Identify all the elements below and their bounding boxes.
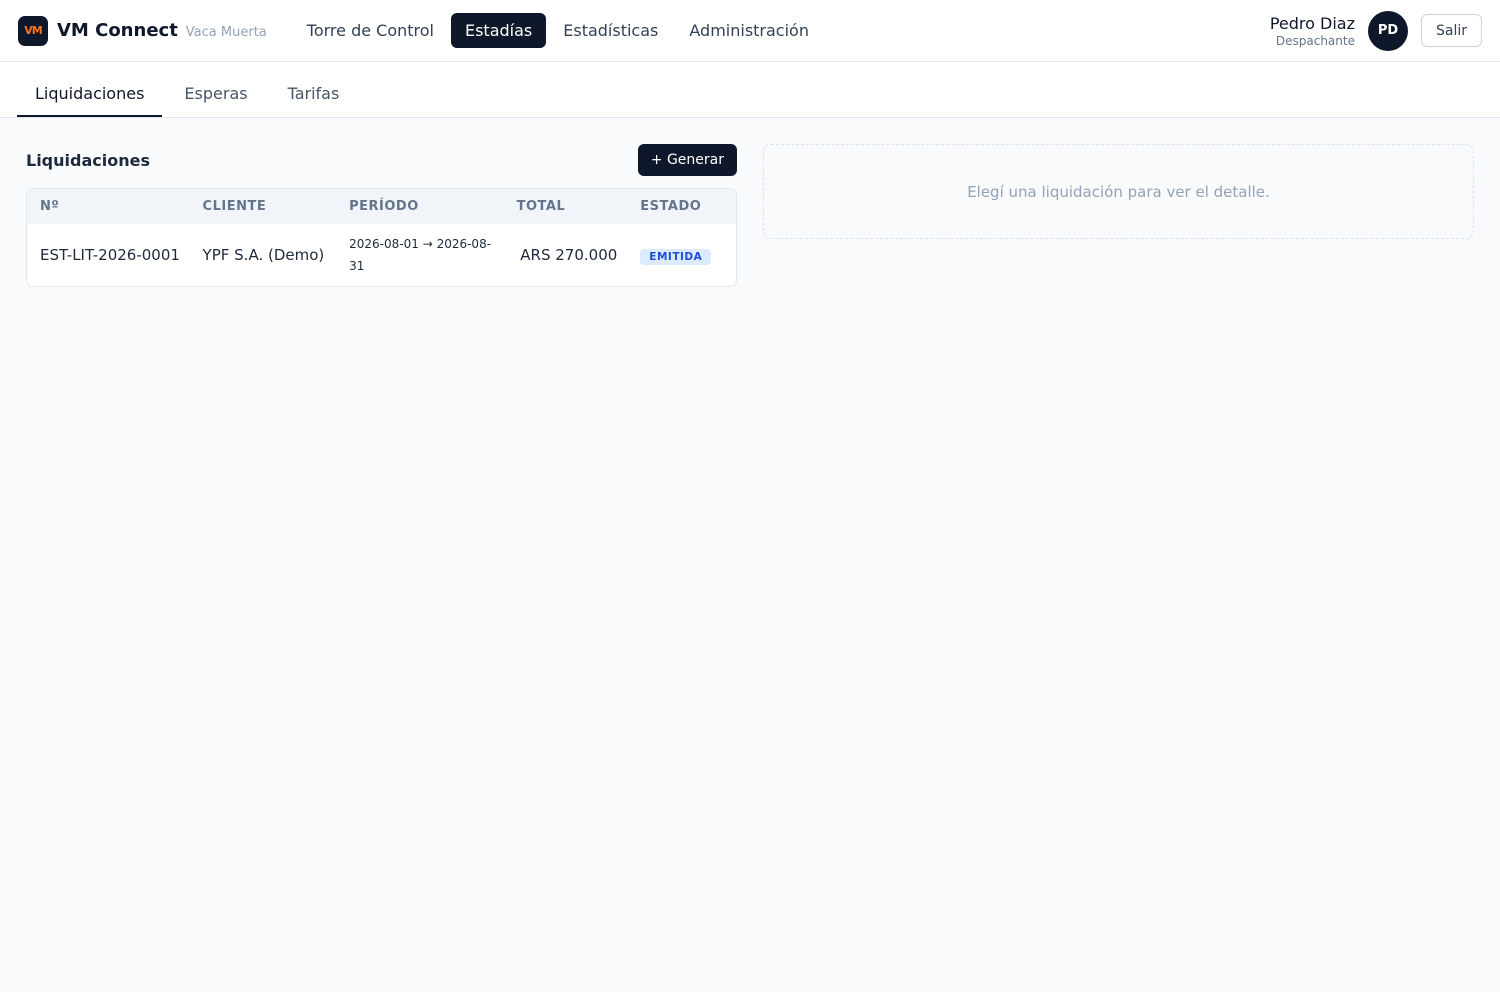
column-header-cliente[interactable]: CLIENTE — [190, 199, 337, 214]
top-bar: VM VM Connect Vaca Muerta Torre de Contr… — [0, 0, 1500, 62]
generate-button[interactable]: + Generar — [637, 144, 737, 176]
user-info: Pedro Diaz Despachante — [1270, 14, 1355, 48]
panel-header: Liquidaciones + Generar — [26, 144, 737, 176]
liquidaciones-panel: Liquidaciones + Generar Nº CLIENTE PERÍO… — [26, 144, 737, 287]
main-content: Liquidaciones + Generar Nº CLIENTE PERÍO… — [0, 118, 1500, 992]
table-row[interactable]: EST-LIT-2026-0001 YPF S.A. (Demo) 2026-0… — [27, 224, 736, 286]
nav-item-torre-de-control[interactable]: Torre de Control — [293, 13, 448, 48]
column-header-numero[interactable]: Nº — [27, 199, 190, 214]
app-logo-icon: VM — [18, 15, 48, 46]
cell-cliente: YPF S.A. (Demo) — [202, 246, 325, 264]
sub-tabs: Liquidaciones Esperas Tarifas — [0, 62, 1500, 118]
user-role: Despachante — [1275, 33, 1355, 48]
nav-item-estadisticas[interactable]: Estadísticas — [549, 13, 672, 48]
user-name: Pedro Diaz — [1269, 13, 1355, 33]
avatar[interactable]: PD — [1367, 10, 1408, 51]
column-header-estado[interactable]: ESTADO — [627, 199, 736, 214]
column-header-periodo[interactable]: PERÍODO — [336, 199, 504, 214]
cell-total: ARS 270.000 — [520, 246, 618, 264]
table-header: Nº CLIENTE PERÍODO TOTAL ESTADO — [27, 189, 736, 224]
liquidaciones-table: Nº CLIENTE PERÍODO TOTAL ESTADO EST-LIT-… — [26, 188, 737, 287]
brand[interactable]: VM VM Connect Vaca Muerta — [18, 15, 267, 46]
app-subtitle: Vaca Muerta — [185, 25, 267, 40]
cell-numero: EST-LIT-2026-0001 — [40, 246, 180, 264]
user-area: Pedro Diaz Despachante PD Salir — [1270, 0, 1482, 61]
status-badge: EMITIDA — [640, 249, 712, 265]
app-name: VM Connect — [57, 20, 178, 41]
nav-item-administracion[interactable]: Administración — [675, 13, 823, 48]
panel-title: Liquidaciones — [26, 150, 150, 170]
nav-item-estadias[interactable]: Estadías — [450, 13, 547, 48]
main-nav: Torre de Control Estadías Estadísticas A… — [293, 13, 826, 48]
logout-button[interactable]: Salir — [1420, 14, 1482, 47]
tab-tarifas[interactable]: Tarifas — [270, 84, 358, 117]
cell-periodo: 2026-08-01 → 2026-08-31 — [349, 237, 492, 273]
detail-panel: Elegí una liquidación para ver el detall… — [763, 144, 1474, 239]
column-header-total[interactable]: TOTAL — [504, 199, 628, 214]
tab-liquidaciones[interactable]: Liquidaciones — [17, 84, 163, 117]
empty-state-message: Elegí una liquidación para ver el detall… — [967, 182, 1270, 201]
tab-esperas[interactable]: Esperas — [166, 84, 265, 117]
cell-estado: EMITIDA — [627, 244, 736, 266]
